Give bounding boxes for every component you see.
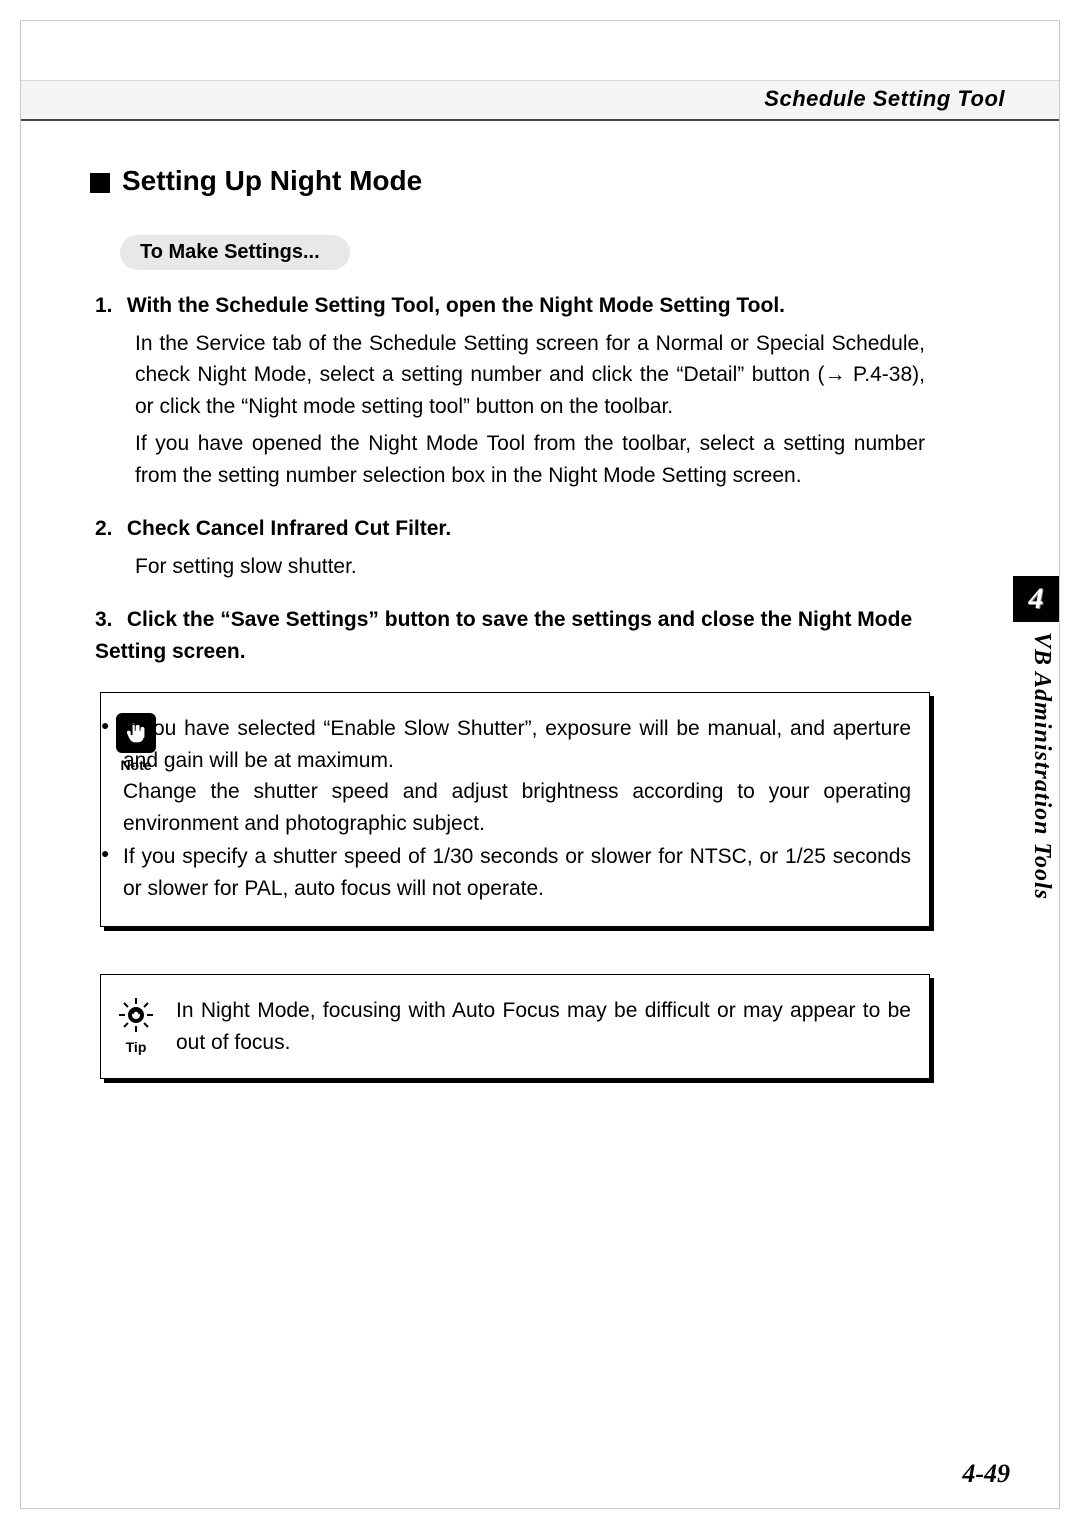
step-1-p1: In the Service tab of the Schedule Setti…	[135, 328, 925, 423]
step-2: 2. Check Cancel Infrared Cut Filter. For…	[95, 513, 925, 582]
step-2-p1: For setting slow shutter.	[135, 551, 925, 583]
step-1-p2: If you have opened the Night Mode Tool f…	[135, 428, 925, 491]
note-item-2: If you specify a shutter speed of 1/30 s…	[101, 841, 911, 904]
step-2-title: Check Cancel Infrared Cut Filter.	[127, 517, 451, 540]
tip-label: Tip	[111, 1039, 161, 1055]
section-heading: Setting Up Night Mode	[90, 165, 422, 197]
page-number: 4-49	[962, 1459, 1010, 1489]
section-title: Setting Up Night Mode	[122, 165, 422, 197]
step-1: 1. With the Schedule Setting Tool, open …	[95, 290, 925, 491]
step-3-number: 3.	[95, 604, 121, 636]
square-bullet-icon	[90, 173, 110, 193]
step-1-number: 1.	[95, 290, 121, 322]
lightbulb-icon	[116, 995, 156, 1035]
header-tool-name: Schedule Setting Tool	[764, 86, 1005, 112]
chapter-title-side: VB Administration Tools	[1019, 632, 1055, 1132]
tip-content: In Night Mode, focusing with Auto Focus …	[176, 975, 929, 1078]
chapter-tab: 4	[1013, 576, 1059, 622]
note-content: If you have selected “Enable Slow Shutte…	[101, 693, 929, 926]
tip-icon	[116, 995, 156, 1035]
note-item-1: If you have selected “Enable Slow Shutte…	[101, 713, 911, 839]
step-3-title: Click the “Save Settings” button to save…	[95, 608, 912, 663]
step-3: 3. Click the “Save Settings” button to s…	[95, 604, 925, 667]
step-2-number: 2.	[95, 513, 121, 545]
tip-box: Tip In Night Mode, focusing with Auto Fo…	[100, 974, 930, 1079]
tip-icon-wrap: Tip	[111, 995, 161, 1055]
to-make-settings-label: To Make Settings...	[120, 235, 350, 270]
steps-block: 1. With the Schedule Setting Tool, open …	[95, 290, 925, 667]
step-1-title: With the Schedule Setting Tool, open the…	[127, 294, 785, 317]
note-box: Note If you have selected “Enable Slow S…	[100, 692, 930, 927]
